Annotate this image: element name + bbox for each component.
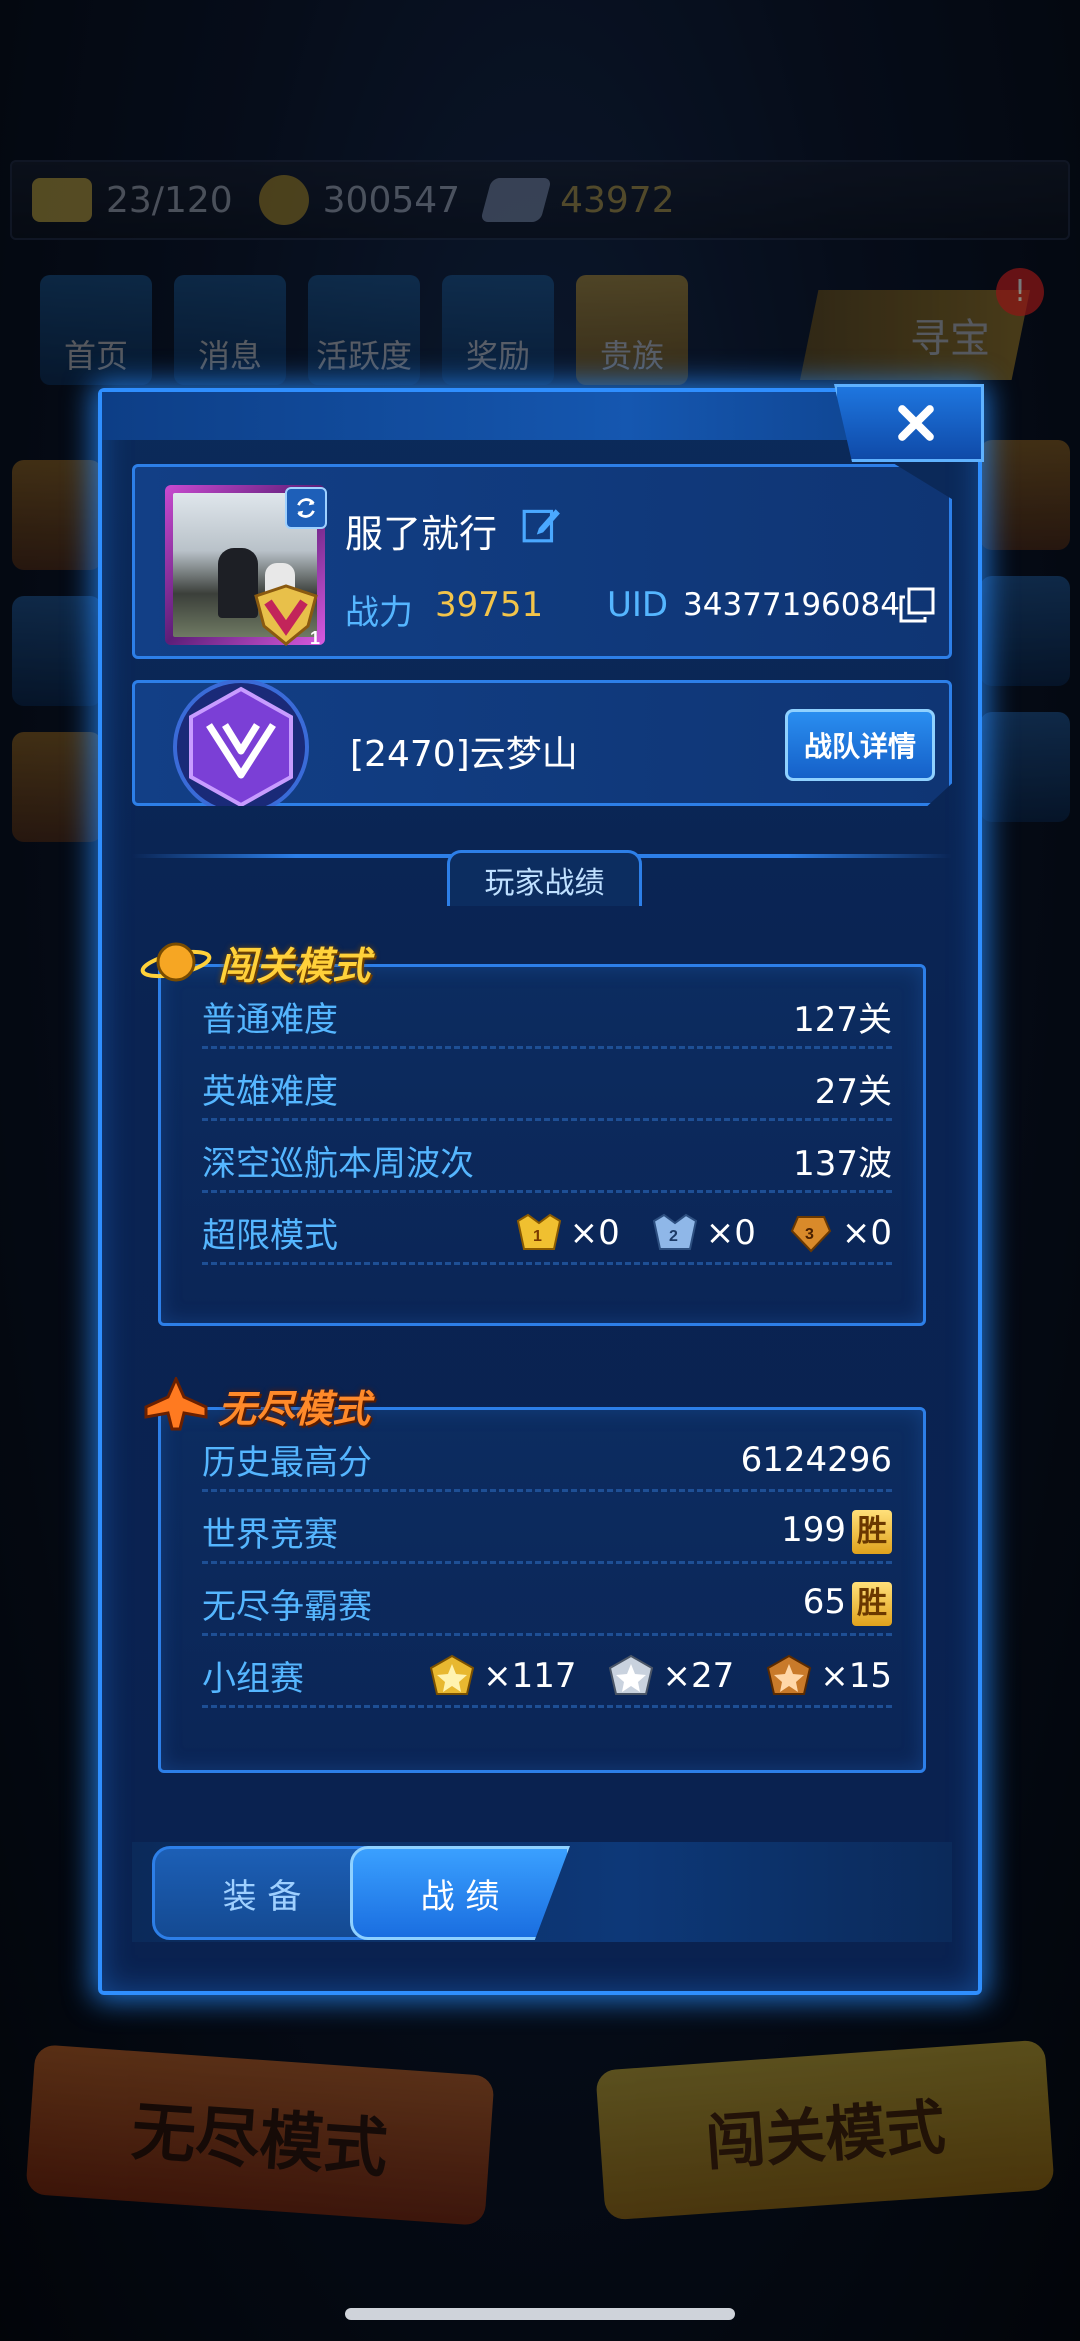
copy-icon[interactable] <box>897 585 937 625</box>
player-profile-panel: 1 服了就行 战力 39751 UID 34377196084 [2470]云梦… <box>98 384 984 1995</box>
bronze-star-medal-icon <box>767 1654 812 1695</box>
stat-row-cruise: 深空巡航本周波次 137波 <box>202 1131 892 1193</box>
planet-icon <box>140 942 212 982</box>
edit-name-icon[interactable] <box>520 503 562 545</box>
team-emblem-icon <box>173 680 309 806</box>
win-badge: 胜 <box>852 1581 892 1626</box>
win-badge: 胜 <box>852 1509 892 1554</box>
vip-badge-icon: 1 <box>254 584 320 648</box>
gold-star-medal-icon <box>429 1654 475 1695</box>
stat-row-normal: 普通难度 127关 <box>202 987 892 1049</box>
power-value: 39751 <box>435 585 544 625</box>
section-title: 玩家战绩 <box>447 850 642 906</box>
uid-value: 34377196084 <box>683 587 900 623</box>
stat-row-group: 小组赛 ×117 ×27 ×15 <box>202 1646 892 1708</box>
group-medals: ×117 ×27 ×15 <box>427 1654 892 1698</box>
uid-label: UID <box>607 585 669 625</box>
team-name: [2470]云梦山 <box>350 734 578 775</box>
silver-medal-icon: 2 <box>652 1213 697 1250</box>
player-card: 1 服了就行 战力 39751 UID 34377196084 <box>132 464 952 659</box>
team-card: [2470]云梦山 战队详情 <box>132 680 952 806</box>
player-name: 服了就行 <box>345 512 498 556</box>
endless-mode-title: 无尽模式 <box>140 1377 370 1433</box>
tab-record[interactable]: 战 绩 <box>350 1846 570 1940</box>
tab-equipment[interactable]: 装 备 <box>152 1846 372 1940</box>
home-indicator[interactable] <box>345 2308 735 2320</box>
stat-row-hero: 英雄难度 27关 <box>202 1059 892 1121</box>
svg-text:3: 3 <box>805 1226 814 1243</box>
gold-medal-icon: 1 <box>516 1213 561 1250</box>
stat-row-ultra: 超限模式 1 ×0 2 ×0 3 ×0 <box>202 1203 892 1265</box>
svg-text:1: 1 <box>310 628 320 648</box>
bronze-medal-icon: 3 <box>790 1215 832 1252</box>
svg-text:1: 1 <box>533 1228 542 1245</box>
power-label: 战力 <box>345 593 413 633</box>
svg-text:2: 2 <box>669 1228 678 1245</box>
stage-mode-title: 闯关模式 <box>140 934 370 990</box>
stat-row-highscore: 历史最高分 6124296 <box>202 1430 892 1492</box>
stat-row-world: 世界竞赛 199 胜 <box>202 1502 892 1564</box>
ultra-medals: 1 ×0 2 ×0 3 ×0 <box>514 1211 892 1255</box>
swap-avatar-icon[interactable] <box>285 487 327 529</box>
silver-star-medal-icon <box>609 1654 654 1695</box>
stat-row-hegemony: 无尽争霸赛 65 胜 <box>202 1574 892 1636</box>
close-icon <box>898 405 934 441</box>
close-button[interactable] <box>834 384 984 462</box>
spaceship-icon <box>144 1377 208 1431</box>
team-detail-button[interactable]: 战队详情 <box>785 709 935 781</box>
